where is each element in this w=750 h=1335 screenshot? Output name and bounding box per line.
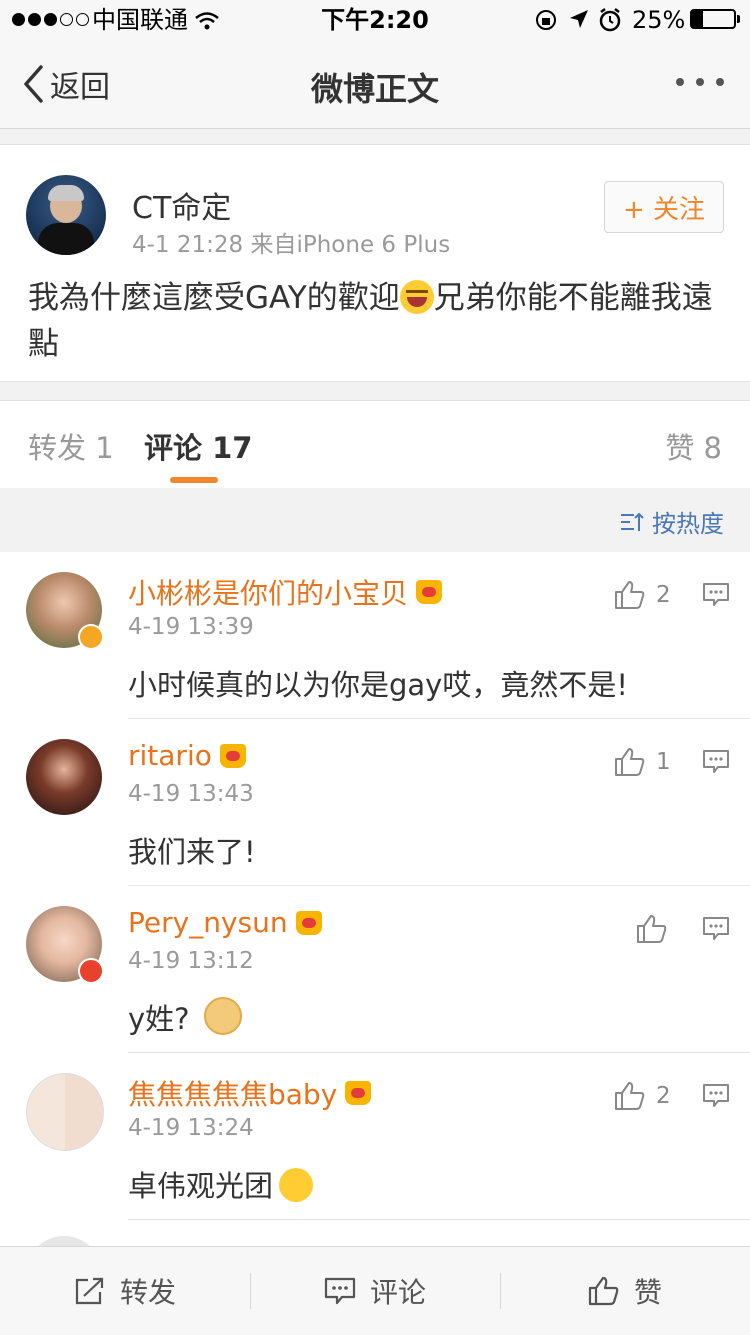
bottom-toolbar: 转发 评论 赞 — [0, 1246, 750, 1335]
comment-username[interactable]: ritario — [128, 739, 246, 772]
comment-username[interactable]: 小彬彬是你们的小宝贝 — [128, 572, 443, 612]
comment-label: 评论 — [370, 1276, 427, 1309]
post-meta: 4-1 21:28 来自iPhone 6 Plus — [132, 232, 451, 258]
comment-text-content: 卓伟观光团 — [128, 1169, 274, 1203]
comment-icon — [324, 1277, 356, 1305]
repost-button[interactable]: 转发 — [74, 1247, 176, 1335]
reply-icon[interactable] — [702, 916, 730, 942]
like-count: 1 — [656, 749, 671, 775]
thumbs-up-icon — [615, 581, 645, 609]
comment-item: Pery_nysun 4-19 13:12 y姓? — [0, 886, 750, 1053]
battery-icon — [690, 9, 736, 29]
post-text: 我為什麼這麼受GAY的歡迎 兄弟你能不能離我遠點 — [28, 275, 728, 367]
alarm-icon — [599, 8, 621, 32]
laugh-emoji-icon — [399, 280, 434, 314]
like-label: 赞 — [634, 1276, 663, 1309]
avatar[interactable] — [26, 1073, 104, 1151]
divider — [128, 1219, 750, 1220]
status-bar: 中国联通 下午2:20 25% — [0, 0, 750, 40]
sort-button[interactable]: 按热度 — [620, 504, 724, 539]
crown-icon — [219, 743, 246, 768]
page-title: 微博正文 — [310, 70, 439, 108]
avatar[interactable] — [26, 739, 102, 815]
crown-icon — [345, 1081, 372, 1105]
thumbs-up-icon — [615, 1082, 645, 1110]
divider — [250, 1273, 251, 1309]
comment-username-text: Pery_nysun — [128, 906, 288, 939]
like-button[interactable]: 1 — [614, 747, 671, 777]
repost-icon — [75, 1277, 104, 1305]
comment-text: 卓伟观光团 — [128, 1163, 314, 1205]
comment-item: ritario 4-19 13:43 我们来了! 1 — [0, 719, 750, 886]
active-tab-indicator — [170, 477, 218, 483]
avatar[interactable] — [26, 1236, 102, 1246]
post-username[interactable]: CT命定 — [132, 183, 231, 227]
lock-rotation-icon — [536, 10, 556, 30]
comment-username-text: 小彬彬是你们的小宝贝 — [128, 577, 409, 610]
comment-username-text: 焦焦焦焦焦baby — [128, 1078, 338, 1111]
reply-icon[interactable] — [702, 749, 730, 775]
like-count: 2 — [656, 582, 671, 608]
thumbs-up-icon — [615, 748, 645, 776]
doge-emoji-icon — [203, 997, 242, 1035]
sort-label: 按热度 — [652, 510, 724, 538]
sort-icon — [621, 512, 644, 531]
comment-username[interactable]: 焦焦焦焦焦baby — [128, 1073, 372, 1113]
more-dots-icon[interactable] — [676, 78, 724, 90]
verified-badge — [78, 624, 104, 650]
like-button[interactable]: 2 — [614, 580, 671, 610]
comment-time: 4-19 13:43 — [128, 781, 254, 807]
comment-username[interactable]: Pery_nysun — [128, 906, 322, 939]
tab-reposts[interactable]: 转发 1 — [28, 425, 114, 467]
like-button[interactable]: 赞 — [588, 1247, 662, 1335]
avatar[interactable] — [26, 175, 106, 255]
thumbs-up-icon — [637, 915, 667, 943]
location-icon — [570, 10, 588, 28]
like-button[interactable]: 2 — [614, 1081, 671, 1111]
tab-likes[interactable]: 赞 8 — [665, 425, 722, 467]
follow-button[interactable]: + 关注 — [604, 181, 724, 233]
comment-text: y姓? — [128, 996, 242, 1038]
divider — [500, 1273, 501, 1309]
sort-bar: 按热度 — [0, 488, 750, 550]
repost-label: 转发 — [120, 1276, 177, 1309]
comment-username-text: ritario — [128, 739, 212, 772]
comment-list: 小彬彬是你们的小宝贝 4-19 13:39 小时候真的以为你是gay哎，竟然不是… — [0, 552, 750, 1246]
reply-icon[interactable] — [702, 582, 730, 608]
member-badge — [78, 958, 104, 984]
tongue-emoji-icon — [279, 1168, 314, 1202]
tab-bar: 转发 1 评论 17 赞 8 — [0, 400, 750, 490]
post-text-part1: 我為什麼這麼受GAY的歡迎 — [28, 280, 400, 316]
like-button[interactable] — [636, 914, 668, 944]
comment-time: 4-19 13:39 — [128, 614, 254, 640]
tab-comments[interactable]: 评论 17 — [144, 425, 252, 467]
like-count: 2 — [656, 1083, 671, 1109]
crown-icon — [416, 580, 443, 604]
battery-percent: 25% — [632, 6, 686, 34]
comment-text-content: y姓? — [128, 1002, 190, 1036]
crown-icon — [295, 910, 322, 935]
reply-icon[interactable] — [702, 1083, 730, 1109]
comment-text: 我们来了! — [128, 835, 256, 869]
comment-item: 小彬彬是你们的小宝贝 4-19 13:39 小时候真的以为你是gay哎，竟然不是… — [0, 552, 750, 719]
comment-time: 4-19 13:24 — [128, 1115, 254, 1141]
comment-time: 4-19 13:12 — [128, 948, 254, 974]
comment-item: 焦焦焦焦焦baby 4-19 13:24 卓伟观光团 2 — [0, 1053, 750, 1220]
comment-button[interactable]: 评论 — [324, 1247, 426, 1335]
post-card: CT命定 4-1 21:28 来自iPhone 6 Plus + 关注 我為什麼… — [0, 144, 750, 382]
like-icon — [588, 1276, 619, 1306]
comment-text: 小时候真的以为你是gay哎，竟然不是! — [128, 668, 628, 702]
nav-bar: 返回 微博正文 — [0, 40, 750, 129]
